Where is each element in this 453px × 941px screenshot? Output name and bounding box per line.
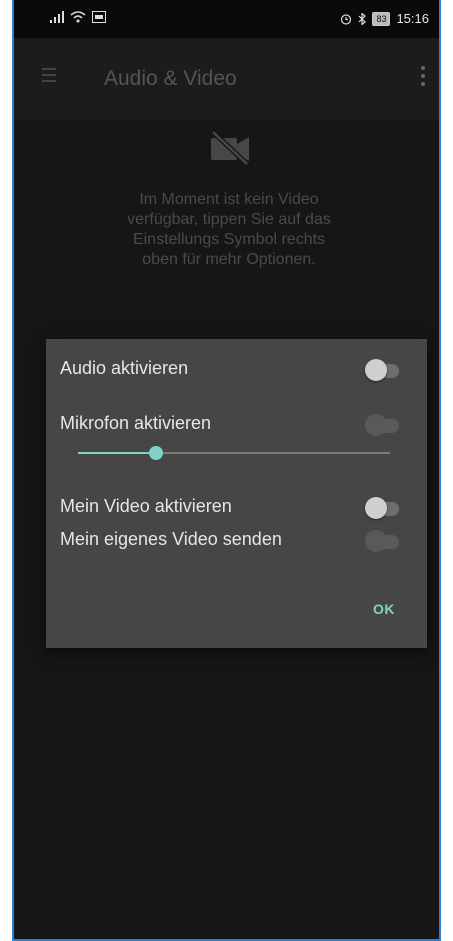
app-bar: Audio & Video [14,38,439,120]
slider-fill [78,452,156,454]
my-video-toggle-thumb [365,497,387,519]
audio-toggle-thumb [365,359,387,381]
slider-knob[interactable] [149,446,163,460]
overflow-menu-icon[interactable] [421,66,425,90]
audio-label: Audio aktivieren [60,358,189,378]
signal-icon [50,11,64,23]
send-video-toggle[interactable] [365,530,401,552]
bluetooth-icon [359,12,367,25]
app-window: 83 15:16 Audio & Video Im Moment ist kei… [12,0,441,941]
send-video-toggle-thumb [365,530,387,552]
mic-label: Mikrofon aktivieren [60,413,212,433]
mic-toggle[interactable] [365,414,401,436]
send-video-label: Mein eigenes Video senden [60,529,282,549]
mic-toggle-thumb [365,414,387,436]
my-video-toggle[interactable] [365,497,401,519]
notification-icon [92,11,106,23]
video-off-icon [211,130,249,166]
audio-toggle[interactable] [365,359,401,381]
clock: 15:16 [396,11,429,26]
ok-button[interactable]: OK [373,601,395,617]
my-video-label: Mein Video aktivieren [60,496,232,516]
alarm-icon [341,13,352,25]
battery-indicator: 83 [372,11,391,26]
status-bar: 83 15:16 [14,0,439,38]
no-video-message: Im Moment ist kein Video verfügbar, tipp… [127,191,331,268]
wifi-icon [70,11,86,23]
status-right: 83 15:16 [340,11,429,26]
mic-volume-slider[interactable] [78,446,390,460]
settings-dialog: Audio aktivieren Mikrofon aktivieren Mei… [46,339,427,648]
menu-icon[interactable] [42,68,56,82]
page-title: Audio & Video [104,67,237,90]
status-left [50,11,106,23]
